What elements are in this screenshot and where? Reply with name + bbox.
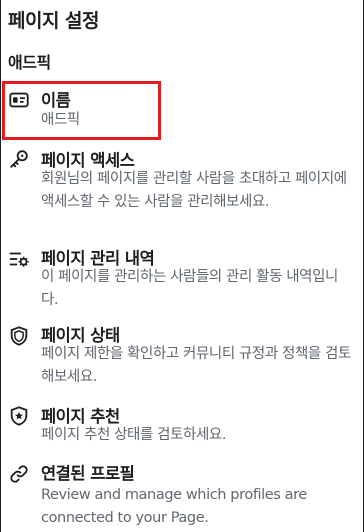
star-shield-icon xyxy=(7,404,31,428)
setting-item-management-history[interactable]: 페이지 관리 내역 이 페이지를 관리하는 사람들의 관리 활동 내역입니다. xyxy=(0,244,364,310)
setting-item-page-recommendation[interactable]: 페이지 추천 페이지 추천 상태를 검토하세요. xyxy=(0,402,364,448)
setting-item-label: 연결된 프로필 xyxy=(41,464,135,483)
setting-item-description: 페이지 추천 상태를 검토하세요. xyxy=(41,427,227,443)
link-icon xyxy=(7,462,31,486)
shield-icon xyxy=(7,324,31,348)
key-icon xyxy=(7,147,31,171)
setting-item-page-status[interactable]: 페이지 상태 페이지 제한을 확인하고 커뮤니티 규정과 정책을 검토해보세요. xyxy=(0,321,364,389)
setting-item-description: 이 페이지를 관리하는 사람들의 관리 활동 내역입니다. xyxy=(41,269,338,308)
highlight-box xyxy=(2,81,161,140)
setting-item-connected-profiles[interactable]: 연결된 프로필 Review and manage which profiles… xyxy=(0,460,364,530)
setting-item-description: 회원님의 페이지를 관리할 사람을 초대하고 페이지에 액세스할 수 있는 사람… xyxy=(41,171,347,210)
setting-item-description: 페이지 제한을 확인하고 커뮤니티 규정과 정책을 검토해보세요. xyxy=(41,346,351,385)
setting-item-page-access[interactable]: 페이지 액세스 회원님의 페이지를 관리할 사람을 초대하고 페이지에 액세스할… xyxy=(0,146,364,236)
page-name-heading: 애드픽 xyxy=(8,53,51,72)
page-title: 페이지 설정 xyxy=(8,10,100,32)
list-settings-icon xyxy=(7,247,31,271)
setting-item-description: Review and manage which profiles are con… xyxy=(41,487,307,526)
